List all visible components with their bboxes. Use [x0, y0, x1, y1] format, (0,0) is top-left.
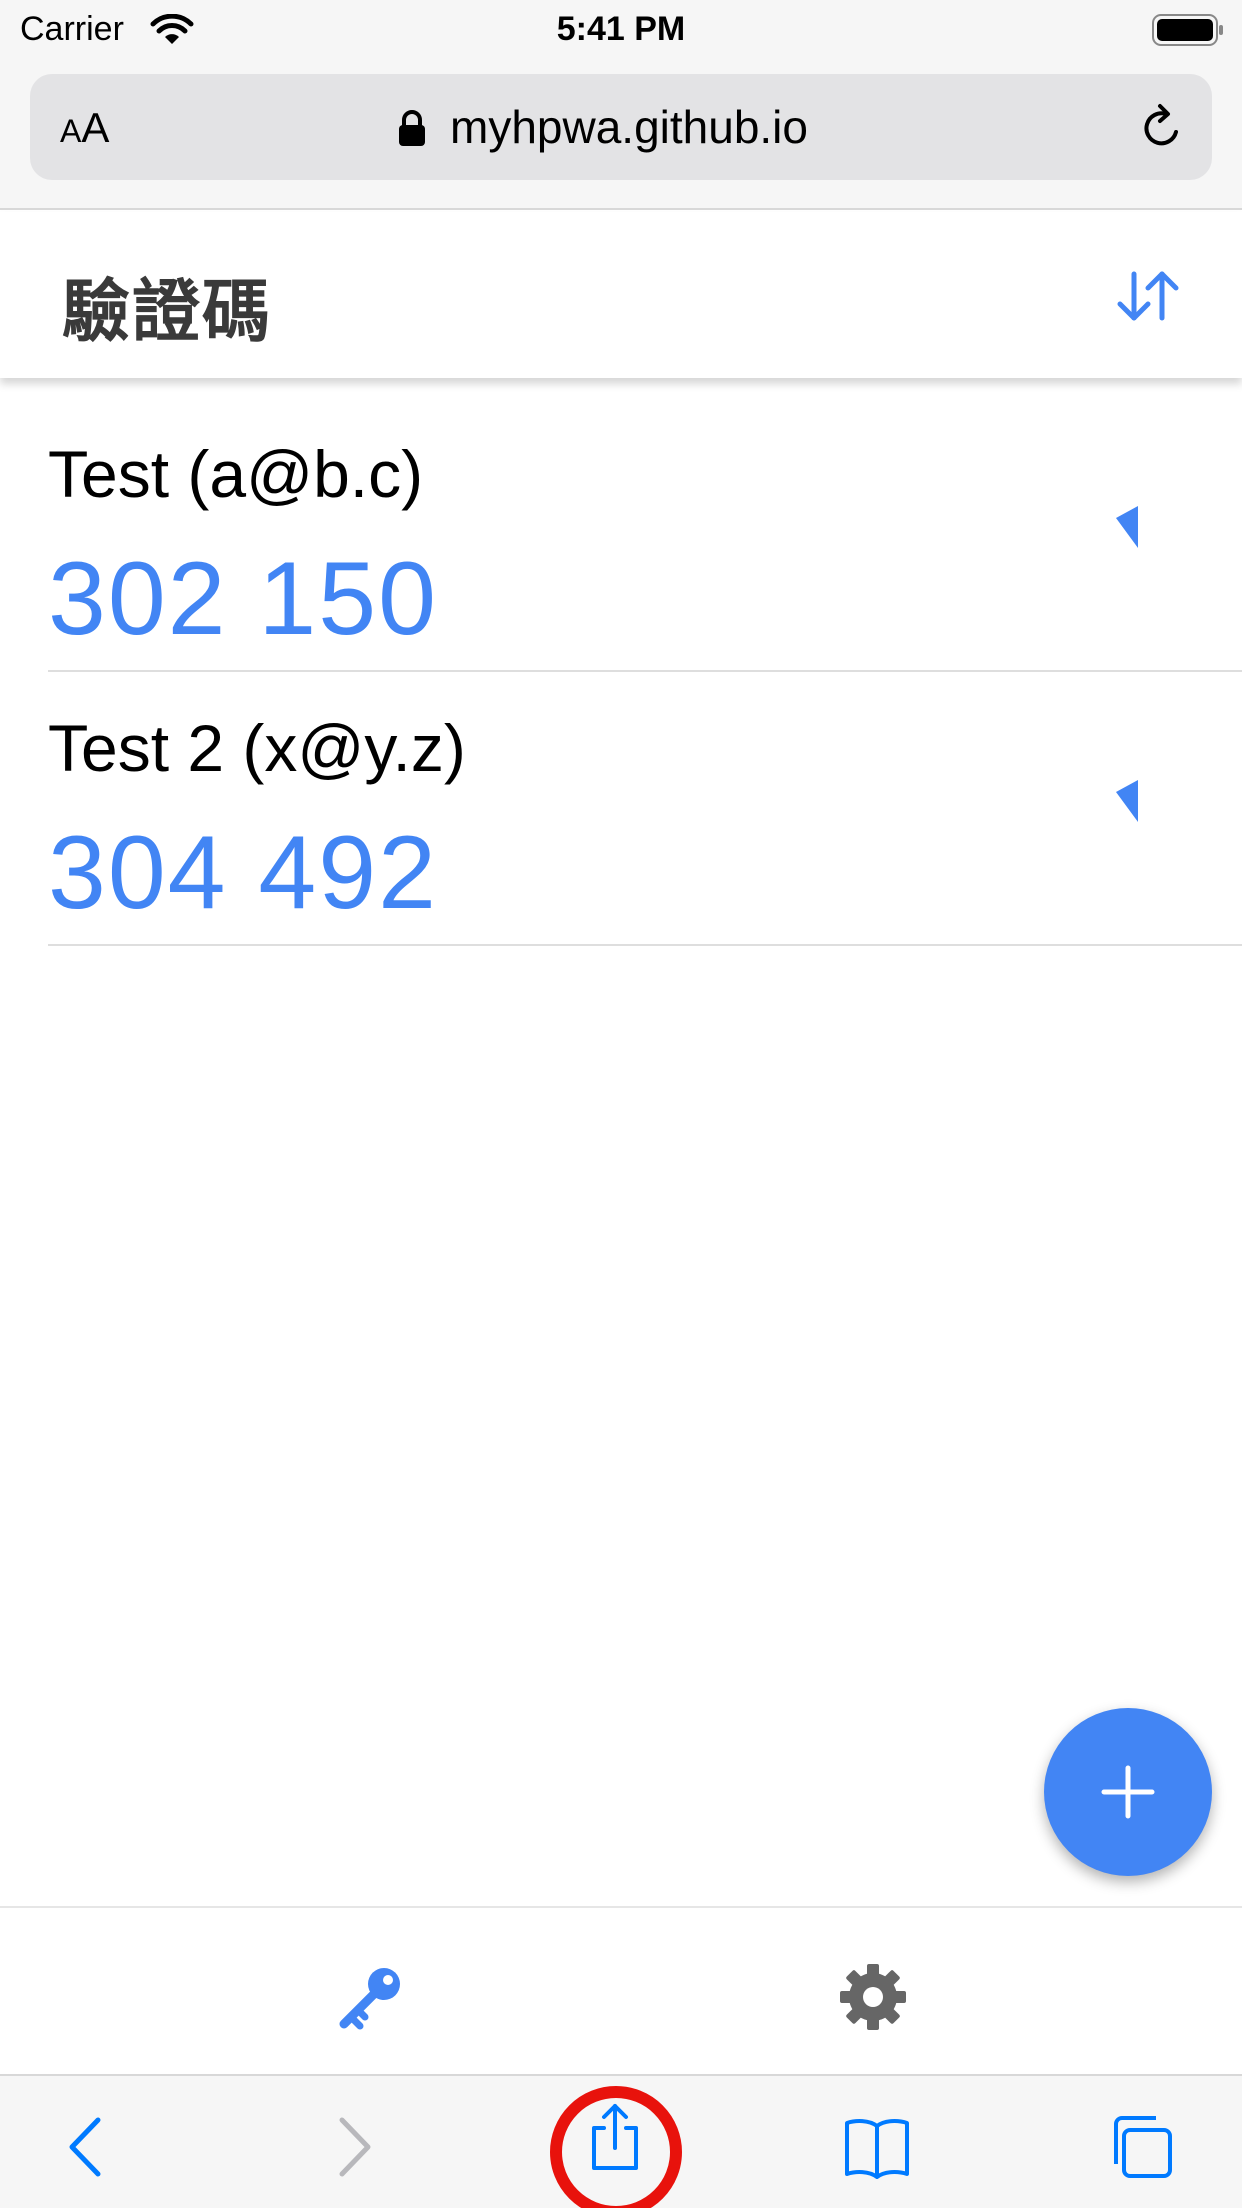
safari-toolbar [0, 2074, 1242, 2208]
status-bar: Carrier 5:41 PM [0, 0, 1242, 62]
gear-icon[interactable] [838, 1962, 908, 2032]
countdown-timer-icon [1116, 506, 1138, 548]
account-item[interactable]: Test 2 (x@y.z) 304 492 [48, 674, 1242, 946]
tabs-icon[interactable] [1106, 2112, 1176, 2182]
otp-code[interactable]: 302 150 [48, 540, 438, 659]
bookmarks-icon[interactable] [842, 2112, 912, 2182]
address-bar[interactable]: AA myhpwa.github.io [30, 74, 1212, 180]
battery-icon [1152, 14, 1223, 46]
forward-icon[interactable] [320, 2112, 390, 2182]
key-icon[interactable] [336, 1962, 406, 2032]
reload-icon[interactable] [1136, 102, 1188, 154]
app-bottom-nav [0, 1906, 1242, 2074]
add-account-button[interactable] [1044, 1708, 1212, 1876]
lock-icon [399, 110, 425, 146]
app-header: 驗證碼 [0, 212, 1242, 378]
url-text[interactable]: myhpwa.github.io [450, 100, 808, 154]
back-icon[interactable] [54, 2112, 124, 2182]
page-title: 驗證碼 [62, 274, 273, 350]
account-item[interactable]: Test (a@b.c) 302 150 [48, 400, 1242, 672]
sort-icon[interactable] [1112, 260, 1184, 332]
browser-top-bar: AA myhpwa.github.io [0, 62, 1242, 210]
text-size-button[interactable]: AA [60, 104, 109, 152]
account-name: Test 2 (x@y.z) [48, 711, 466, 785]
account-name: Test (a@b.c) [48, 437, 424, 511]
highlight-circle [550, 2086, 682, 2208]
otp-code[interactable]: 304 492 [48, 814, 438, 933]
plus-icon [1101, 1765, 1155, 1819]
clock: 5:41 PM [556, 10, 686, 48]
countdown-timer-icon [1116, 780, 1138, 822]
